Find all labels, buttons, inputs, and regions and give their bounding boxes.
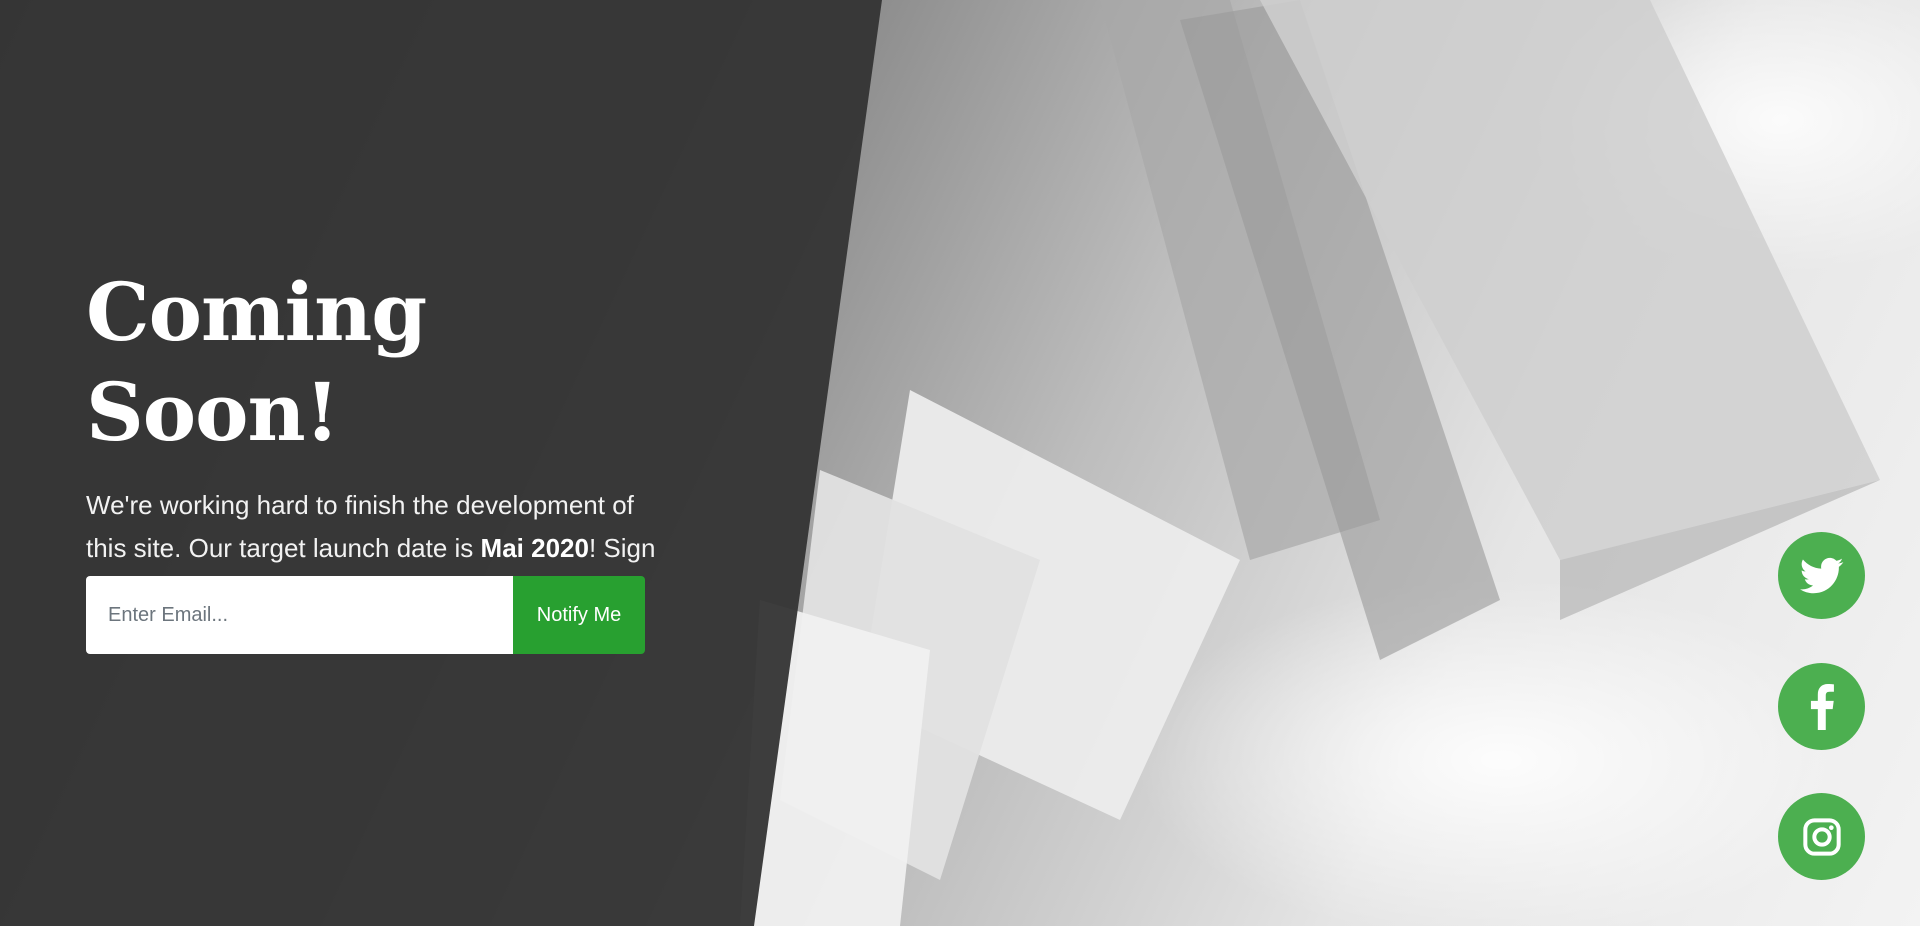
email-input[interactable] (86, 576, 513, 654)
facebook-link[interactable] (1778, 663, 1865, 750)
signup-form: Notify Me (86, 576, 645, 654)
twitter-link[interactable] (1778, 532, 1865, 619)
notify-me-button[interactable]: Notify Me (513, 576, 645, 654)
page-title: Coming Soon! (86, 265, 427, 459)
facebook-icon (1810, 683, 1834, 730)
instagram-link[interactable] (1778, 793, 1865, 880)
instagram-icon (1802, 817, 1841, 856)
twitter-icon (1799, 557, 1843, 593)
hero-content: Coming Soon! We're working hard to finis… (86, 262, 686, 613)
launch-date: Mai 2020 (480, 533, 589, 563)
coming-soon-page: Coming Soon! We're working hard to finis… (0, 0, 1920, 926)
